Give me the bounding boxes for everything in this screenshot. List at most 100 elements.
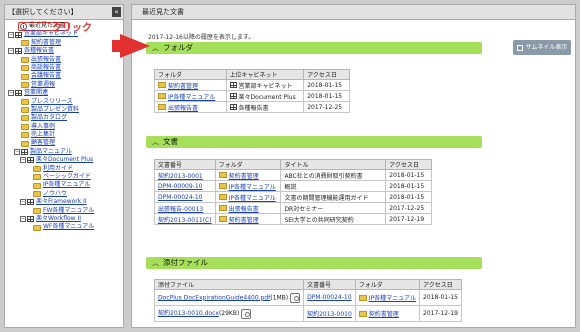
recent-documents-panel: 最近見た文書 2017-12-16以降の履歴を表示します。 サムネイル表示 フォ… — [131, 4, 576, 328]
document-number-link[interactable]: DPM-00024-10 — [303, 289, 356, 306]
tree-node-label[interactable]: IP各種マニュアル — [43, 181, 90, 189]
column-header[interactable]: フォルダ — [154, 69, 227, 80]
folder-link[interactable]: 契約書管理 — [369, 309, 399, 318]
tree-node-label[interactable]: 利用ガイド — [43, 165, 73, 173]
cabinet-name: 営業部キャビネット — [238, 82, 293, 90]
cabinet-icon — [27, 216, 34, 223]
column-header[interactable]: アクセス日 — [419, 279, 462, 290]
cabinet-icon — [15, 31, 22, 38]
tree-node: 顧客管理 — [8, 139, 123, 147]
tree-node-label[interactable]: WF各種マニュアル — [43, 223, 94, 231]
collapse-toggle-icon[interactable]: − — [14, 149, 20, 156]
attachment-link[interactable]: 契約2013-0010.docx — [158, 310, 219, 317]
chevron-up-icon — [152, 42, 159, 54]
table-row: 契約2013-0010.docx(29KB) 契約2013-0010 契約書管理 20… — [153, 305, 462, 322]
collapse-toggle-icon[interactable]: − — [8, 31, 14, 38]
thumbnail-view-button[interactable]: サムネイル表示 — [513, 40, 571, 55]
collapse-toggle-icon[interactable]: − — [20, 199, 26, 206]
column-header[interactable]: 上位キャビネット — [225, 69, 305, 80]
tree-node-label[interactable]: 楽々Framework II — [36, 198, 87, 206]
folder-link[interactable]: IP各種マニュアル — [369, 293, 416, 302]
collapse-toggle-icon[interactable]: − — [8, 90, 14, 97]
tree-node-label[interactable]: 製品マニュアル — [30, 148, 72, 156]
folder-icon — [218, 194, 227, 200]
column-header[interactable]: フォルダ — [354, 279, 421, 290]
collapse-panel-button[interactable]: « — [112, 7, 121, 17]
tree-node-label[interactable]: 会議報告書 — [31, 72, 61, 80]
documents-section-header[interactable]: 文書 — [146, 136, 482, 148]
tree-node-label[interactable]: 営業関連 — [24, 89, 48, 97]
folder-link[interactable]: IP各種マニュアル — [229, 193, 276, 202]
folders-section-header[interactable]: フォルダ — [146, 42, 482, 54]
tree-node-label[interactable]: 契約書管理 — [31, 39, 61, 47]
table-row: 契約2013-0001 契約書管理 ABC社との消費財取引契約書 2018-01-15 — [154, 169, 432, 181]
preview-icon[interactable] — [241, 308, 252, 319]
attachment-link[interactable]: DocPlus DocExpirationGuide4400.pdf — [158, 294, 270, 301]
cabinet-icon — [21, 149, 28, 156]
history-description: 2017-12-16以降の履歴を表示します。 — [148, 34, 255, 41]
cabinet-cell: 楽々Document Plus — [225, 90, 305, 102]
folder-link[interactable]: 出張報告書 — [229, 204, 259, 213]
folder-cell-content: 出張報告書 — [158, 103, 223, 112]
tree-node: − 各種報告書 — [8, 47, 123, 55]
tree-panel-title: 【選択してください】 — [8, 8, 78, 16]
column-header[interactable]: アクセス日 — [385, 159, 432, 170]
tree-node-label[interactable]: 導入事例 — [31, 123, 55, 131]
folder-icon — [21, 65, 29, 72]
folder-link[interactable]: 契約書管理 — [229, 171, 259, 180]
column-header[interactable]: タイトル — [280, 159, 387, 170]
tree-node-label[interactable]: ノウハウ — [43, 190, 67, 198]
folder-link[interactable]: 契約書管理 — [229, 215, 259, 224]
collapse-toggle-icon[interactable]: − — [20, 157, 26, 164]
cabinet-cell-content: 営業部キャビネット — [229, 81, 301, 90]
folder-link[interactable]: IP各種マニュアル — [168, 92, 215, 101]
access-date: 2017-12-25 — [385, 202, 432, 214]
tree-node-label[interactable]: 楽々Document Plus — [36, 156, 93, 164]
folder-icon — [33, 165, 41, 172]
document-number-link[interactable]: 出張報告-00013 — [154, 202, 216, 214]
tree-node-label[interactable]: 顧客管理 — [31, 139, 55, 147]
recent-attachments-table: 添付ファイル 文書番号 フォルダ アクセス日 DocPlus DocExpiration… — [153, 279, 462, 322]
folder-link[interactable]: 契約書管理 — [168, 81, 198, 90]
document-number-link[interactable]: DPM-00009-10 — [154, 180, 216, 192]
column-header[interactable]: アクセス日 — [303, 69, 350, 80]
tree-node: − 営業関連 — [8, 89, 123, 97]
folder-icon — [218, 205, 227, 211]
column-header[interactable]: フォルダ — [214, 159, 282, 170]
attachments-section-header[interactable]: 添付ファイル — [146, 257, 482, 269]
access-date: 2018-01-15 — [385, 180, 432, 192]
document-number-link[interactable]: 契約2013-0011(C) — [154, 213, 216, 225]
tree-node-label[interactable]: プレスリリース — [31, 98, 73, 106]
file-size: (29KB) — [218, 310, 240, 318]
collapse-toggle-icon[interactable]: − — [20, 216, 26, 223]
document-number-link[interactable]: 契約2013-0001 — [154, 169, 216, 181]
clock-icon — [20, 22, 27, 30]
folder-icon — [21, 81, 29, 88]
folder-link[interactable]: 出張報告書 — [168, 103, 198, 112]
document-number-link[interactable]: DPM-00024-10 — [154, 191, 216, 203]
column-header[interactable]: 添付ファイル — [153, 279, 305, 290]
attachments-section-title: 添付ファイル — [163, 258, 208, 267]
folder-icon — [158, 82, 166, 88]
column-header[interactable]: 文書番号 — [303, 279, 356, 290]
folder-cell: IP各種マニュアル — [214, 191, 282, 203]
folder-icon — [158, 104, 166, 110]
access-date: 2018-01-15 — [419, 289, 462, 306]
document-number-link[interactable]: 契約2013-0010 — [303, 305, 356, 322]
tree-node: 営業週報 — [8, 81, 123, 89]
tree-node-label[interactable]: FW各種マニュアル — [43, 207, 94, 215]
preview-icon[interactable] — [290, 292, 301, 303]
folder-link[interactable]: IP各種マニュアル — [229, 182, 276, 191]
tree-node-label[interactable]: 出張報告書 — [31, 56, 61, 64]
folder-tree-panel: 【選択してください】 « 最近見た文書 − 営業部キャビネット 契約書管理 − 各種報告書… — [4, 4, 124, 328]
column-header[interactable]: 文書番号 — [154, 159, 216, 170]
tree-node-label[interactable]: 営業週報 — [31, 81, 55, 89]
folder-icon — [33, 182, 41, 189]
tree-node-label[interactable]: 製品カタログ — [31, 114, 67, 122]
tree-node: プレスリリース — [8, 98, 123, 106]
collapse-toggle-icon[interactable]: − — [8, 48, 14, 55]
tree-node: 売上集計 — [8, 131, 123, 139]
access-date: 2017-12-19 — [385, 213, 432, 225]
tree-node: − 楽々Document Plus — [8, 156, 123, 164]
tree-node-label[interactable]: 各種報告書 — [24, 47, 54, 55]
